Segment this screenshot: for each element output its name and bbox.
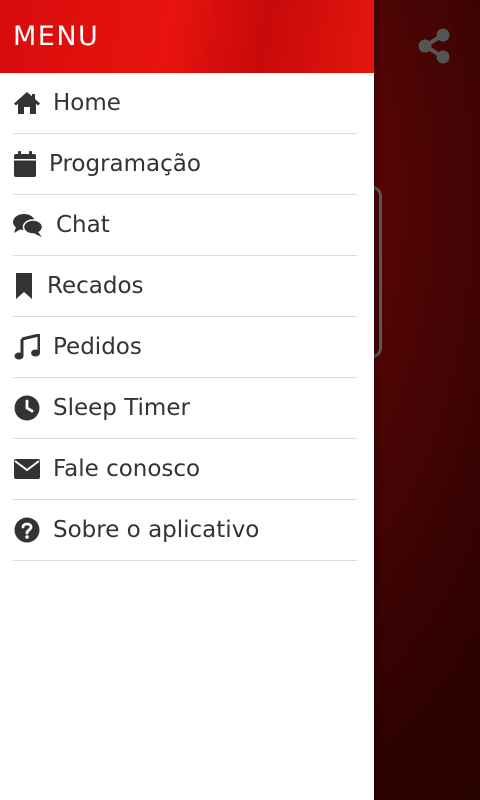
home-icon <box>13 89 41 117</box>
share-button[interactable] <box>414 28 454 68</box>
menu-list: Home Programação Chat Recados Pedidos Sl… <box>0 73 374 561</box>
menu-item-label: Fale conosco <box>53 456 201 482</box>
drawer-header: MENU <box>0 0 374 73</box>
menu-item-programacao[interactable]: Programação <box>13 134 357 195</box>
envelope-icon <box>13 455 41 483</box>
menu-item-label: Chat <box>56 212 110 238</box>
menu-item-label: Home <box>53 90 121 116</box>
menu-item-fale-conosco[interactable]: Fale conosco <box>13 439 357 500</box>
menu-item-label: Recados <box>47 273 144 299</box>
menu-item-sleep-timer[interactable]: Sleep Timer <box>13 378 357 439</box>
menu-item-label: Programação <box>49 151 201 177</box>
share-icon <box>417 28 451 69</box>
menu-item-sobre[interactable]: Sobre o aplicativo <box>13 500 357 561</box>
menu-item-label: Pedidos <box>53 334 142 360</box>
drawer-title: MENU <box>13 21 100 52</box>
menu-item-label: Sobre o aplicativo <box>53 517 260 543</box>
menu-item-pedidos[interactable]: Pedidos <box>13 317 357 378</box>
chat-icon <box>13 211 43 239</box>
app-screen: MENU Home Programação Chat Recados Pedid… <box>0 0 480 800</box>
menu-item-home[interactable]: Home <box>13 73 357 134</box>
question-circle-icon <box>13 516 41 544</box>
music-note-icon <box>13 333 41 361</box>
calendar-icon <box>13 150 37 178</box>
menu-item-recados[interactable]: Recados <box>13 256 357 317</box>
menu-item-chat[interactable]: Chat <box>13 195 357 256</box>
clock-icon <box>13 394 41 422</box>
menu-item-label: Sleep Timer <box>53 395 190 421</box>
navigation-drawer: MENU Home Programação Chat Recados Pedid… <box>0 0 374 800</box>
bookmark-icon <box>13 272 35 300</box>
